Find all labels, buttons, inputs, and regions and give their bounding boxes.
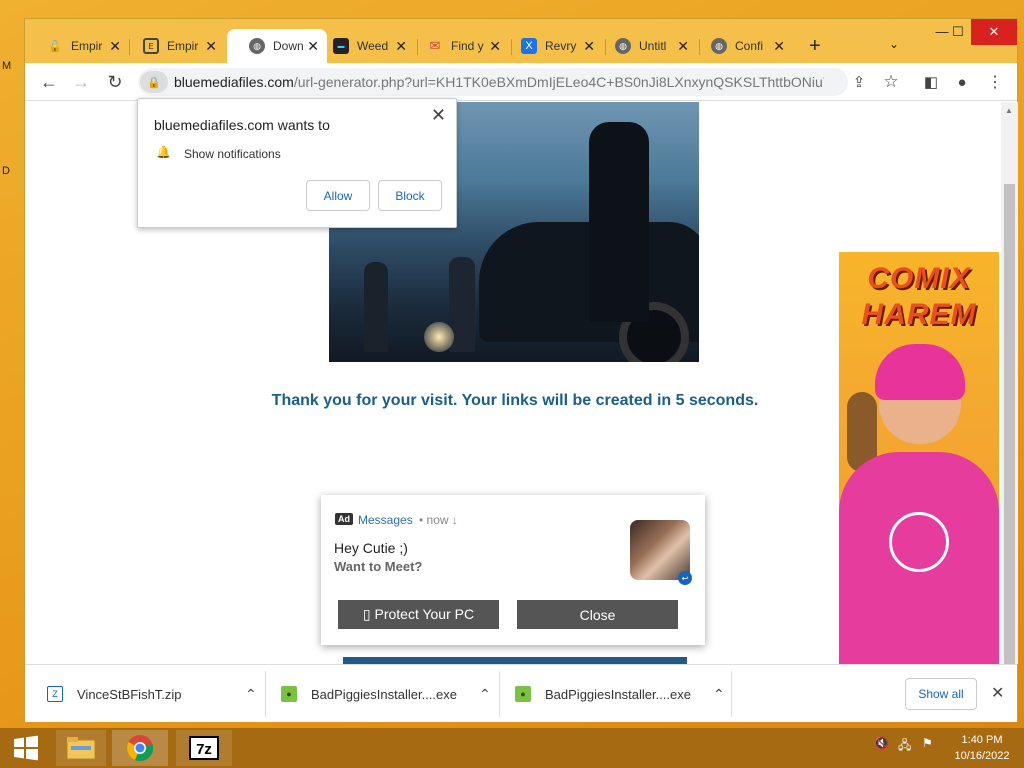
clock-date: 10/16/2022 [954,750,1010,762]
clock-time: 1:40 PM [961,734,1003,746]
tab-empir-1[interactable]: 🔓 Empir ✕ [25,29,129,63]
video-icon: ▬ [333,38,349,54]
tab-find[interactable]: ✉ Find y ✕ [405,29,509,63]
prompt-title: bluemediafiles.com wants to [154,117,330,133]
close-icon[interactable]: ✕ [109,38,121,55]
bookmark-star-icon[interactable]: ☆ [879,70,903,94]
notification-permission-prompt: bluemediafiles.com wants to ✕ 🔔 Show not… [137,98,457,228]
scroll-up-icon[interactable]: ▲ [1005,106,1013,115]
prompt-permission: Show notifications [184,147,281,161]
tab-search-chevron-icon[interactable]: ⌄ [889,37,899,51]
desktop-label: D [2,165,10,177]
globe-icon: ◍ [711,38,727,54]
chevron-up-icon[interactable]: ⌃ [479,686,491,703]
desktop-label: M [2,60,12,72]
ad-title-line1: COMIX [867,262,971,295]
chevron-up-icon[interactable]: ⌃ [713,686,725,703]
ad-line1: Hey Cutie ;) [334,540,408,556]
7zip-icon[interactable]: 7z [176,730,232,766]
show-all-button[interactable]: Show all [905,678,977,710]
side-panel-icon[interactable]: ◧ [919,70,943,94]
toolbar: ← → ↻ 🔒 bluemediafiles.com/url-generator… [25,63,1017,101]
bell-icon: 🔔 [156,145,171,159]
block-button[interactable]: Block [378,180,442,211]
page-button-edge [343,657,687,664]
svg-text:7z: 7z [196,741,212,758]
close-icon[interactable]: ✕ [991,683,1004,703]
heart-mail-icon: ✉ [429,38,441,53]
scrollbar-thumb[interactable] [1004,184,1015,664]
tab-confi[interactable]: ◍ Confi ✕ [689,29,793,63]
tab-weed[interactable]: ▬ Weed ✕ [311,29,415,63]
globe-icon: ◍ [249,38,265,54]
tab-label: Down [273,39,304,53]
ad-popup[interactable]: Ad Messages • now ↓ Hey Cutie ;) Want to… [321,495,705,645]
tab-label: Untitl [639,39,667,53]
chrome-icon[interactable] [112,730,168,766]
download-item[interactable]: ● BadPiggiesInstaller....exe ⌃ [281,665,491,723]
close-icon[interactable]: ✕ [773,38,785,55]
lock-icon[interactable]: 🔒 [140,71,168,93]
taskbar-clock[interactable]: 1:40 PM 10/16/2022 [942,732,1022,764]
download-name: VinceStBFishT.zip [77,686,182,702]
installer-icon: ● [281,686,297,702]
action-center-flag-icon[interactable]: ⚑ [922,736,933,750]
download-item[interactable]: ● BadPiggiesInstaller....exe ⌃ [515,665,725,723]
ad-badge: Ad [335,513,353,525]
download-item[interactable]: Z VinceStBFishT.zip ⌃ [47,665,257,723]
tab-strip: 🔓 Empir ✕ E Empir ✕ ◍ Down ✕ ▬ Weed ✕ ✉ … [25,19,1017,63]
tab-label: Find y [451,39,484,53]
maximize-button[interactable]: ☐ [943,19,973,45]
ad-time: • now ↓ [419,513,458,527]
tab-empir-2[interactable]: E Empir ✕ [121,29,225,63]
speaker-muted-icon[interactable]: 🔇 [874,736,889,750]
zip-icon: Z [47,686,63,702]
taskbar: 7z 🔇 🖧 ⚑ 1:40 PM 10/16/2022 [0,728,1024,768]
close-icon[interactable]: ✕ [205,38,217,55]
close-icon[interactable]: ✕ [677,38,689,55]
tab-revry[interactable]: X Revry ✕ [499,29,603,63]
chevron-up-icon[interactable]: ⌃ [245,686,257,703]
start-windows-icon[interactable] [4,730,48,766]
x-icon: X [521,38,537,54]
file-explorer-icon[interactable] [56,730,106,766]
globe-icon: ◍ [615,38,631,54]
menu-kebab-icon[interactable]: ⋮ [983,70,1007,94]
ad-source: Messages [358,513,413,527]
network-icon[interactable]: 🖧 [898,736,911,757]
tab-label: Weed [357,39,389,53]
new-tab-plus-icon[interactable]: + [809,35,821,58]
lock-red-icon: 🔓 [48,40,62,53]
window-close-button[interactable]: ✕ [971,19,1017,45]
protect-pc-button[interactable]: ▯ Protect Your PC [338,600,499,629]
reply-icon: ↩ [678,571,692,585]
tab-label: Empir [71,39,103,53]
installer-icon: ● [515,686,531,702]
site-icon: E [143,38,159,54]
tab-label: Confi [735,39,764,53]
allow-button[interactable]: Allow [306,180,370,211]
url-path: /url-generator.php?url=KH1TK0eBXmDmIjELe… [293,74,824,90]
browser-window: 🔓 Empir ✕ E Empir ✕ ◍ Down ✕ ▬ Weed ✕ ✉ … [24,18,1018,722]
tab-label: Revry [545,39,577,53]
reload-icon[interactable]: ↻ [103,70,127,94]
tab-label: Empir [167,39,199,53]
forward-arrow-icon[interactable]: → [69,70,93,94]
ad-line2: Want to Meet? [334,559,423,574]
scrollbar[interactable]: ▲ [1001,102,1018,664]
side-banner-ad[interactable]: COMIX HAREM [839,252,999,664]
downloads-bar: Z VinceStBFishT.zip ⌃ ● BadPiggiesInstal… [25,664,1017,722]
close-icon[interactable]: ✕ [431,105,446,126]
address-bar[interactable]: 🔒 bluemediafiles.com/url-generator.php?u… [138,68,848,96]
ad-title-line2: HAREM [861,298,977,331]
profile-icon[interactable]: ● [950,70,974,94]
url-host: bluemediafiles.com [174,74,294,90]
url-text[interactable]: bluemediafiles.com/url-generator.php?url… [174,74,824,90]
ad-close-button[interactable]: Close [517,600,678,629]
download-name: BadPiggiesInstaller....exe [545,686,691,702]
share-icon[interactable]: ⇪ [847,70,871,94]
download-name: BadPiggiesInstaller....exe [311,686,457,702]
tab-untitled[interactable]: ◍ Untitl ✕ [593,29,697,63]
back-arrow-icon[interactable]: ← [37,70,61,94]
